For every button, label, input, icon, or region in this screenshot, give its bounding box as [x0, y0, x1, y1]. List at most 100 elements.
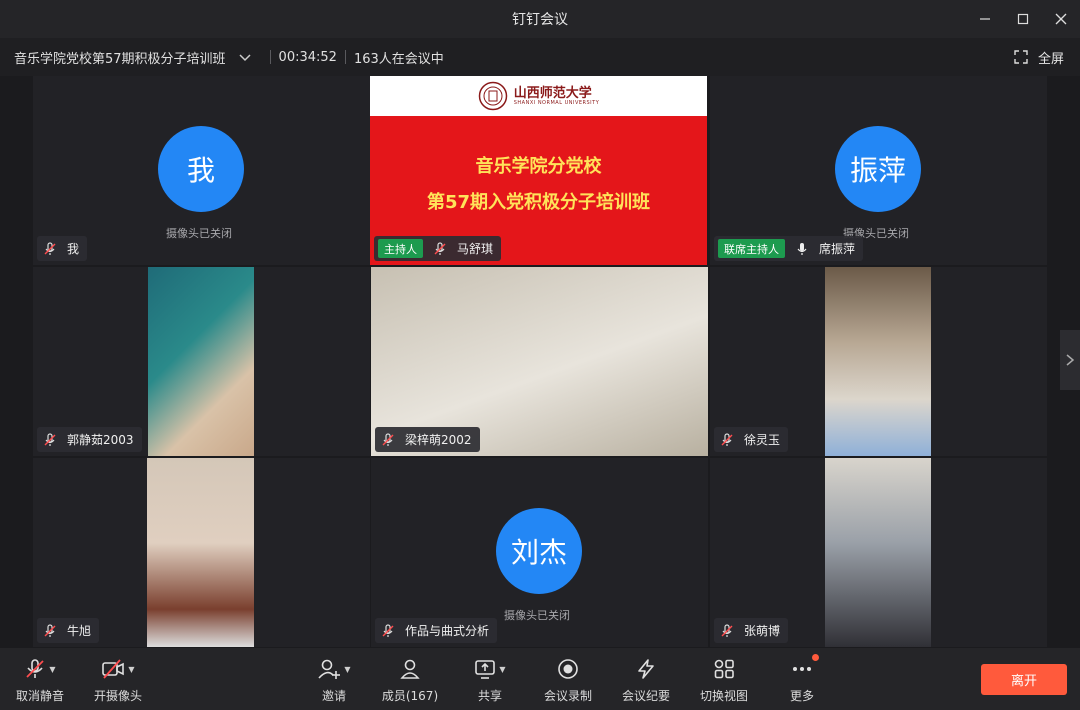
chevron-down-icon[interactable] [238, 50, 252, 64]
lightning-icon [638, 659, 654, 679]
avatar: 我 [158, 126, 244, 212]
slide-title-line2: 第57期入党积极分子培训班 [426, 192, 651, 213]
close-icon [1055, 13, 1067, 25]
caret-down-icon[interactable]: ▼ [49, 665, 55, 674]
minutes-label: 会议纪要 [621, 689, 670, 703]
invite-label: 邀请 [321, 689, 346, 703]
maximize-button[interactable] [1004, 0, 1042, 38]
record-icon [558, 659, 578, 679]
minimize-icon [980, 18, 990, 20]
fullscreen-button[interactable]: 全屏 [1014, 38, 1064, 76]
next-page-button[interactable] [1060, 330, 1080, 390]
camera-off-text: 摄像头已关闭 [166, 227, 232, 240]
maximize-icon [1017, 13, 1029, 25]
participant-tile-xu[interactable]: 徐灵玉 [710, 267, 1047, 456]
notification-dot [812, 654, 819, 661]
avatar: 振萍 [835, 126, 921, 212]
camera-off-icon [102, 659, 125, 679]
participant-tile-zhenping[interactable]: 振萍 摄像头已关闭 联席主持人 席振萍 [710, 76, 1047, 265]
more-label: 更多 [789, 689, 814, 703]
meeting-duration: 00:34:52 [278, 49, 337, 65]
members-button[interactable]: 成员(167) [372, 656, 448, 704]
meeting-title[interactable]: 音乐学院党校第57期积极分子培训班 [14, 48, 226, 67]
fullscreen-icon [1014, 50, 1028, 64]
members-label: 成员(167) [381, 689, 439, 703]
more-button[interactable]: 更多 [764, 654, 840, 704]
title-bar: 钉钉会议 [0, 0, 1080, 38]
video-feed [147, 458, 254, 647]
switch-view-button[interactable]: 切换视图 [686, 656, 762, 704]
members-icon [400, 659, 420, 679]
participant-label: 梁梓萌2002 [375, 427, 480, 452]
participant-name: 席振萍 [819, 242, 856, 256]
slide-title-line1: 音乐学院分党校 [475, 156, 602, 177]
meeting-toolbar: ▼ 取消静音 ▼ 开摄像头 ▼ 邀请 成员(167) ▼ 共享 会议录制 会议纪… [0, 648, 1080, 710]
mic-muted-icon [381, 432, 395, 447]
record-button[interactable]: 会议录制 [530, 656, 606, 704]
mic-muted-icon [43, 623, 57, 638]
participant-label: 联席主持人 席振萍 [714, 236, 864, 261]
participant-tile-me[interactable]: 我 摄像头已关闭 我 [33, 76, 370, 265]
window-controls [966, 0, 1080, 38]
shared-screen-tile[interactable]: 山西师范大学 SHANXI NORMAL UNIVERSITY 音乐学院分党校 … [370, 76, 707, 265]
record-label: 会议录制 [543, 689, 592, 703]
participant-name: 梁梓萌2002 [405, 433, 472, 447]
participant-tile-niu[interactable]: 牛旭 [33, 458, 370, 647]
university-wordmark: 山西师范大学 SHANXI NORMAL UNIVERSITY [513, 85, 600, 106]
mic-muted-icon [26, 659, 45, 678]
window-title: 钉钉会议 [512, 12, 568, 28]
mic-muted-icon [43, 241, 57, 256]
grid-view-icon [714, 659, 734, 679]
participant-count: 163人在会议中 [353, 51, 444, 67]
mic-muted-icon [381, 623, 395, 638]
mic-icon [795, 242, 809, 256]
participant-name: 我 [67, 242, 80, 256]
invite-button[interactable]: ▼ 邀请 [296, 656, 372, 704]
participant-tile-guo[interactable]: 郭静茹2003 [33, 267, 370, 456]
more-icon [793, 667, 811, 671]
participant-label: 郭静茹2003 [37, 427, 142, 452]
participant-name: 徐灵玉 [744, 433, 781, 447]
camera-button[interactable]: ▼ 开摄像头 [80, 656, 156, 704]
camera-label: 开摄像头 [93, 689, 142, 703]
unmute-button[interactable]: ▼ 取消静音 [2, 656, 78, 704]
participant-name: 作品与曲式分析 [405, 624, 490, 638]
participant-name: 张萌博 [744, 624, 781, 638]
participant-tile-liujie[interactable]: 刘杰 摄像头已关闭 作品与曲式分析 [371, 458, 708, 647]
video-grid: 我 摄像头已关闭 我 山西师范大学 SHANXI NORMAL UNIVERSI… [33, 76, 1047, 648]
mic-muted-icon [720, 432, 734, 447]
cohost-badge: 联席主持人 [718, 239, 785, 258]
switch-view-label: 切换视图 [699, 689, 748, 703]
chevron-right-icon [1066, 354, 1075, 366]
divider [344, 50, 346, 64]
participant-label: 徐灵玉 [714, 427, 789, 452]
divider [269, 50, 271, 64]
participant-label: 主持人 马舒琪 [374, 236, 502, 261]
share-button[interactable]: ▼ 共享 [452, 656, 528, 704]
video-feed [825, 267, 931, 456]
close-button[interactable] [1042, 0, 1080, 38]
university-logo-banner: 山西师范大学 SHANXI NORMAL UNIVERSITY [370, 76, 707, 116]
participant-tile-zhang[interactable]: 张萌博 [710, 458, 1047, 647]
participant-label: 作品与曲式分析 [375, 618, 498, 643]
minutes-button[interactable]: 会议纪要 [608, 656, 684, 704]
participant-tile-liang[interactable]: 梁梓萌2002 [371, 267, 708, 456]
participant-name: 郭静茹2003 [67, 433, 134, 447]
participant-label: 我 [37, 236, 88, 261]
add-user-icon [318, 659, 341, 679]
caret-down-icon[interactable]: ▼ [344, 665, 350, 674]
unmute-label: 取消静音 [15, 689, 64, 703]
participant-name: 马舒琪 [457, 242, 494, 256]
caret-down-icon[interactable]: ▼ [128, 665, 134, 674]
minimize-button[interactable] [966, 0, 1004, 38]
meeting-info-bar: 音乐学院党校第57期积极分子培训班 00:34:52 163人在会议中 全屏 [0, 38, 1080, 76]
leave-button[interactable]: 离开 [981, 664, 1067, 695]
caret-down-icon[interactable]: ▼ [499, 665, 505, 674]
video-feed [148, 267, 254, 456]
participant-name: 牛旭 [67, 624, 92, 638]
avatar: 刘杰 [496, 508, 582, 594]
fullscreen-label: 全屏 [1037, 51, 1064, 67]
mic-muted-icon [720, 623, 734, 638]
video-feed [825, 458, 931, 647]
camera-off-text: 摄像头已关闭 [504, 609, 570, 622]
